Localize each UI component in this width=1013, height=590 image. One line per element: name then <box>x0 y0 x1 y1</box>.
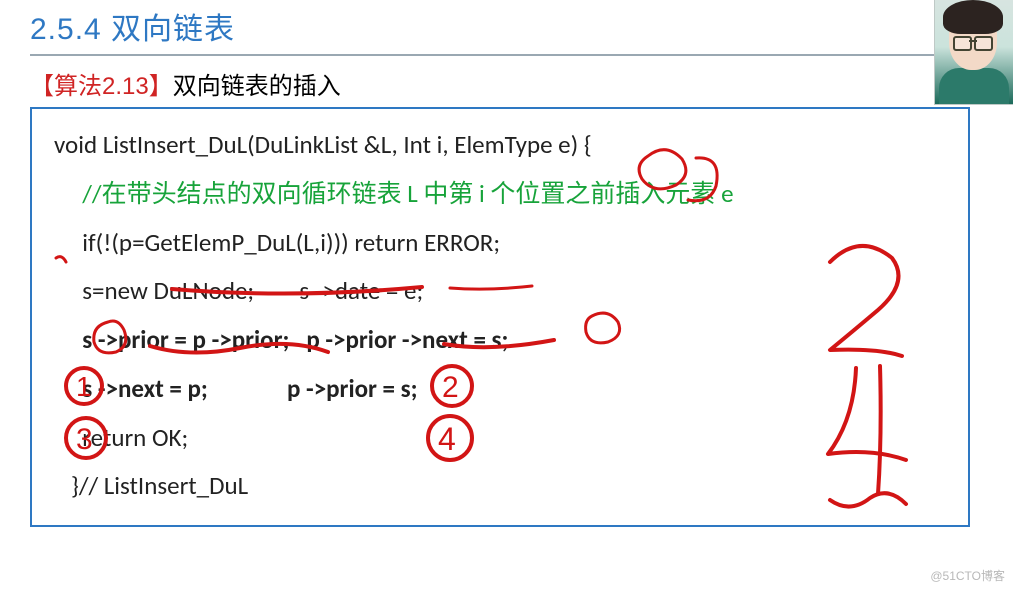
divider <box>30 54 993 56</box>
code-line-5: s ->prior = p ->prior; p ->prior ->next … <box>54 316 946 365</box>
webcam-thumbnail <box>934 0 1013 105</box>
algorithm-tag: 【算法2.13】 <box>30 73 173 100</box>
algorithm-desc: 双向链表的插入 <box>173 73 341 100</box>
code-line-6: s ->next = p; p ->prior = s; <box>54 365 946 414</box>
code-block: void ListInsert_DuL(DuLinkList &L, Int i… <box>30 107 970 527</box>
watermark: @51CTO博客 <box>930 567 1005 584</box>
code-line-7: return OK; <box>54 414 946 463</box>
algorithm-header: 【算法2.13】双向链表的插入 <box>30 66 993 101</box>
code-line-8: }// ListInsert_DuL <box>54 462 946 511</box>
code-line-3: if(!(p=GetElemP_DuL(L,i))) return ERROR; <box>54 219 946 268</box>
code-line-4: s=new DuLNode; s ->date = e; <box>54 267 946 316</box>
section-title: 2.5.4 双向链表 <box>30 4 993 48</box>
code-line-1: void ListInsert_DuL(DuLinkList &L, Int i… <box>54 121 946 170</box>
code-comment: //在带头结点的双向循环链表 L 中第 i 个位置之前插入元素 e <box>54 170 946 219</box>
